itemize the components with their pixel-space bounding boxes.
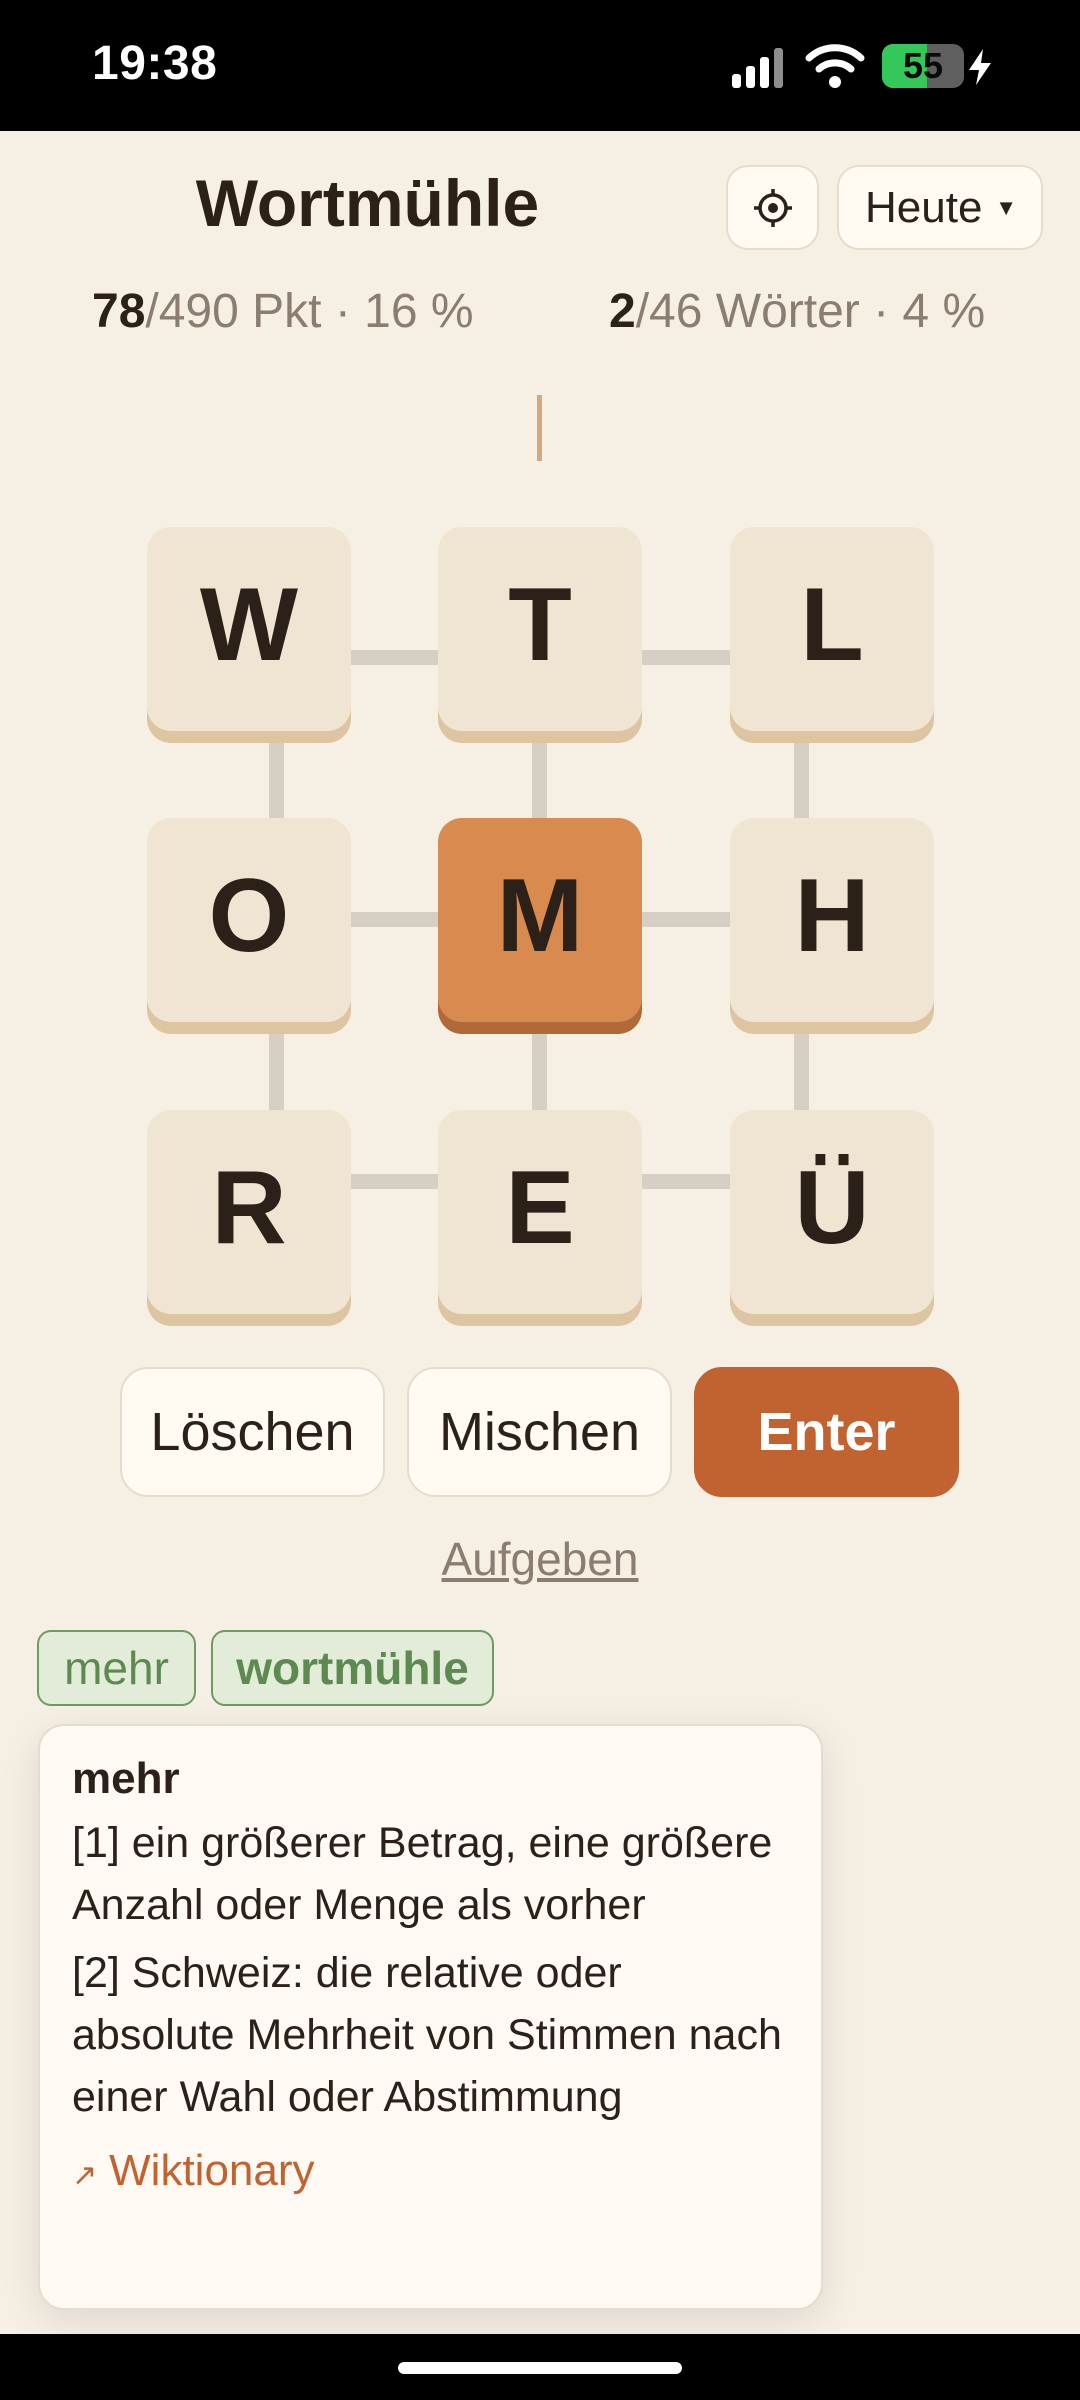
settings-button[interactable] — [726, 165, 819, 250]
letter-tile-ue[interactable]: Ü — [730, 1110, 934, 1314]
connector — [350, 650, 440, 665]
connector — [641, 912, 731, 927]
connector — [794, 1022, 809, 1112]
connector — [641, 1174, 731, 1189]
definition-word: mehr — [72, 1754, 180, 1803]
app-title: Wortmühle — [195, 166, 540, 240]
status-time: 19:38 — [92, 37, 218, 90]
status-bar: 19:38 55 — [0, 0, 1080, 131]
enter-button[interactable]: Enter — [694, 1367, 959, 1497]
dropdown-caret-icon: ▼ — [995, 195, 1017, 220]
letter-tile-h[interactable]: H — [730, 818, 934, 1022]
letter-tile-w[interactable]: W — [147, 527, 351, 731]
external-link-icon: ↗ — [72, 2159, 98, 2192]
cellular-signal-icon — [732, 48, 783, 88]
connector — [269, 730, 284, 820]
battery-level: 55 — [902, 45, 944, 86]
connector — [269, 1022, 284, 1112]
give-up-link[interactable]: Aufgeben — [0, 1532, 1080, 1586]
input-cursor — [537, 395, 542, 461]
definition-sense: [2] Schweiz: die relative oder absolute … — [72, 1949, 782, 2121]
letter-tile-r[interactable]: R — [147, 1110, 351, 1314]
connector — [641, 650, 731, 665]
found-word-chip[interactable]: mehr — [37, 1630, 196, 1706]
found-word-chip[interactable]: wortmühle — [211, 1630, 494, 1706]
center-letter-tile[interactable]: M — [438, 818, 642, 1022]
battery-icon: 55 — [882, 44, 964, 88]
letter-tile-l[interactable]: L — [730, 527, 934, 731]
date-select-value: Heute — [865, 183, 983, 232]
letter-tile-e[interactable]: E — [438, 1110, 642, 1314]
app-screen: 19:38 55 Wortmühle Heute ▼ 78/490 Pkt · … — [0, 0, 1080, 2400]
wifi-icon — [805, 44, 865, 88]
charging-bolt-icon — [969, 49, 991, 85]
letter-tile-o[interactable]: O — [147, 818, 351, 1022]
connector — [350, 1174, 440, 1189]
words-current: 2 — [609, 285, 636, 338]
settings-icon — [754, 189, 792, 227]
words-total: /46 Wörter · 4 % — [635, 285, 986, 338]
home-indicator[interactable] — [398, 2362, 682, 2374]
connector — [350, 912, 440, 927]
definition-sense: [1] ein größerer Betrag, eine größere An… — [72, 1819, 773, 1929]
points-progress: 78/490 Pkt · 16 % — [92, 284, 474, 339]
delete-button[interactable]: Löschen — [120, 1367, 385, 1497]
date-select[interactable]: Heute ▼ — [837, 165, 1043, 250]
connector — [532, 1022, 547, 1112]
connector — [794, 730, 809, 820]
connector — [532, 730, 547, 820]
points-current: 78 — [92, 285, 146, 338]
wiktionary-link[interactable]: ↗ Wiktionary — [72, 2146, 789, 2196]
definition-popover: mehr [1] ein größerer Betrag, eine größe… — [38, 1724, 823, 2310]
letter-tile-t[interactable]: T — [438, 527, 642, 731]
points-total: /490 Pkt · 16 % — [145, 285, 474, 338]
words-progress: 2/46 Wörter · 4 % — [609, 284, 985, 339]
wiktionary-link-label: Wiktionary — [109, 2146, 315, 2195]
shuffle-button[interactable]: Mischen — [407, 1367, 672, 1497]
